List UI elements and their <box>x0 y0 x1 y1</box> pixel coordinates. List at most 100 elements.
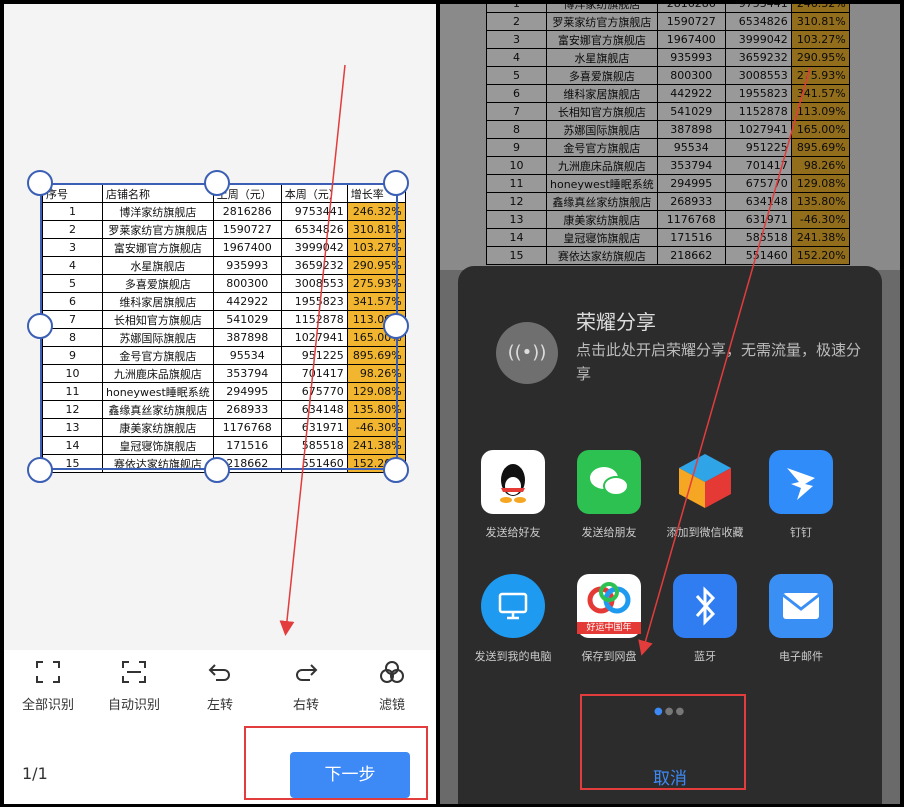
table-cell: 11 <box>42 382 103 401</box>
tool-rotate-left[interactable]: 左转 <box>180 660 260 713</box>
table-cell: 3008553 <box>724 66 792 85</box>
netdisk-icon: 好运中国年 <box>577 574 641 638</box>
table-cell: 95534 <box>212 346 282 365</box>
table-cell: 218662 <box>656 246 726 265</box>
table-cell: 水星旗舰店 <box>102 256 214 275</box>
table-cell: 水星旗舰店 <box>546 48 658 67</box>
table-cell: 苏娜国际旗舰店 <box>546 120 658 139</box>
crop-handle-bottom-middle[interactable] <box>204 457 230 483</box>
table-cell: 634148 <box>724 192 792 211</box>
table-row: 8 苏娜国际旗舰店 387898 1027941 165.00% <box>42 328 406 347</box>
table-cell: 387898 <box>656 120 726 139</box>
app-wechat-favorites[interactable]: 添加到微信收藏 <box>650 450 760 540</box>
table-row: 13 康美家纺旗舰店 1176768 631971 -46.30% <box>42 418 406 437</box>
table-cell: 341.57% <box>790 84 850 103</box>
table-row: 3 富安娜官方旗舰店 1967400 3999042 103.27% <box>486 30 850 49</box>
tool-filter-label: 滤镜 <box>378 698 405 713</box>
table-cell: 310.81% <box>346 220 406 239</box>
table-cell: 13 <box>42 418 103 437</box>
tool-auto-detect-label: 自动识别 <box>107 698 160 713</box>
table-cell: 895.69% <box>790 138 850 157</box>
dingtalk-icon <box>769 450 833 514</box>
annotation-box-next <box>244 726 428 800</box>
table-cell: 294995 <box>656 174 726 193</box>
share-description[interactable]: 点击此处开启荣耀分享，无需流量，极速分享 <box>576 338 866 386</box>
crop-handle-middle-left[interactable] <box>27 313 53 339</box>
crop-handle-middle-right[interactable] <box>383 313 409 339</box>
table-cell: 675770 <box>280 382 348 401</box>
table-cell: 585518 <box>280 436 348 455</box>
tool-rotate-left-label: 左转 <box>206 698 233 713</box>
table-cell: 1176768 <box>212 418 282 437</box>
table-row: 8 苏娜国际旗舰店 387898 1027941 165.00% <box>486 120 850 139</box>
table-cell: 701417 <box>724 156 792 175</box>
tool-scan-all[interactable]: 全部识别 <box>8 660 88 713</box>
tool-filter[interactable]: 滤镜 <box>352 660 432 713</box>
app-email[interactable]: 电子邮件 <box>746 574 856 664</box>
table-row: 2 罗莱家纺官方旗舰店 1590727 6534826 310.81% <box>42 220 406 239</box>
table-cell: 5 <box>42 274 103 293</box>
table-cell: 135.80% <box>790 192 850 211</box>
honor-share-icon[interactable]: ((•)) <box>496 322 558 384</box>
table-cell: 541029 <box>656 102 726 121</box>
tool-auto-detect[interactable]: 自动识别 <box>94 660 174 713</box>
bluetooth-icon <box>673 574 737 638</box>
table-cell: 1 <box>42 202 103 221</box>
table-cell: 165.00% <box>790 120 850 139</box>
table-cell: 275.93% <box>346 274 406 293</box>
crop-handle-bottom-right[interactable] <box>383 457 409 483</box>
app-send-to-computer[interactable]: 发送到我的电脑 <box>458 574 568 664</box>
table-cell: 631971 <box>724 210 792 229</box>
table-cell: 935993 <box>656 48 726 67</box>
table-row: 10 九洲鹿床品旗舰店 353794 701417 98.26% <box>486 156 850 175</box>
table-row: 14 皇冠寝饰旗舰店 171516 585518 241.38% <box>42 436 406 455</box>
table-cell: 11 <box>486 174 547 193</box>
scan-all-icon <box>8 660 88 686</box>
column-header: 店铺名称 <box>102 184 214 203</box>
auto-detect-icon <box>94 660 174 686</box>
table-cell: 4 <box>42 256 103 275</box>
table-cell: 9 <box>486 138 547 157</box>
app-save-to-netdisk[interactable]: 好运中国年 保存到网盘 <box>554 574 664 664</box>
table-cell: 1027941 <box>724 120 792 139</box>
table-cell: 2 <box>42 220 103 239</box>
app-wechat-label: 发送给朋友 <box>581 526 637 539</box>
table-cell: 12 <box>42 400 103 419</box>
crop-handle-top-left[interactable] <box>27 170 53 196</box>
table-cell: 2816286 <box>212 202 282 221</box>
table-cell: 多喜爱旗舰店 <box>102 274 214 293</box>
table-cell: 10 <box>42 364 103 383</box>
table-cell: 富安娜官方旗舰店 <box>546 30 658 49</box>
table-cell: 9753441 <box>724 4 792 13</box>
store-table: 序号 店铺名称 上周（元） 本周（元） 增长率 1 博洋家纺旗舰店 2816286 975344… <box>42 184 406 473</box>
tool-rotate-right[interactable]: 右转 <box>266 660 346 713</box>
table-cell: 551460 <box>724 246 792 265</box>
table-cell: 1967400 <box>212 238 282 257</box>
table-cell: 290.95% <box>790 48 850 67</box>
crop-handle-top-right[interactable] <box>383 170 409 196</box>
table-cell: 14 <box>486 228 547 247</box>
table-cell: 1 <box>486 4 547 13</box>
background-document: 1博洋家纺旗舰店28162869753441246.32%2罗莱家纺官方旗舰店1… <box>440 4 900 270</box>
table-row: 6 维科家居旗舰店 442922 1955823 341.57% <box>42 292 406 311</box>
table-cell: 310.81% <box>790 12 850 31</box>
table-row: 6 维科家居旗舰店 442922 1955823 341.57% <box>486 84 850 103</box>
table-cell: 1152878 <box>724 102 792 121</box>
app-dingtalk[interactable]: 钉钉 <box>746 450 856 540</box>
app-bluetooth-label: 蓝牙 <box>694 650 716 663</box>
table-cell: 2816286 <box>656 4 726 13</box>
tool-scan-all-label: 全部识别 <box>21 698 74 713</box>
table-cell: 6534826 <box>724 12 792 31</box>
app-wechat[interactable]: 发送给朋友 <box>554 450 664 540</box>
table-cell: 3 <box>42 238 103 257</box>
table-row: 14 皇冠寝饰旗舰店 171516 585518 241.38% <box>486 228 850 247</box>
table-cell: 95534 <box>656 138 726 157</box>
table-cell: 3999042 <box>280 238 348 257</box>
app-save-to-netdisk-label: 保存到网盘 <box>581 650 637 663</box>
table-cell: 博洋家纺旗舰店 <box>102 202 214 221</box>
app-bluetooth[interactable]: 蓝牙 <box>650 574 760 664</box>
app-qq[interactable]: 发送给好友 <box>458 450 568 540</box>
table-cell: 3659232 <box>280 256 348 275</box>
crop-handle-top-middle[interactable] <box>204 170 230 196</box>
crop-handle-bottom-left[interactable] <box>27 457 53 483</box>
